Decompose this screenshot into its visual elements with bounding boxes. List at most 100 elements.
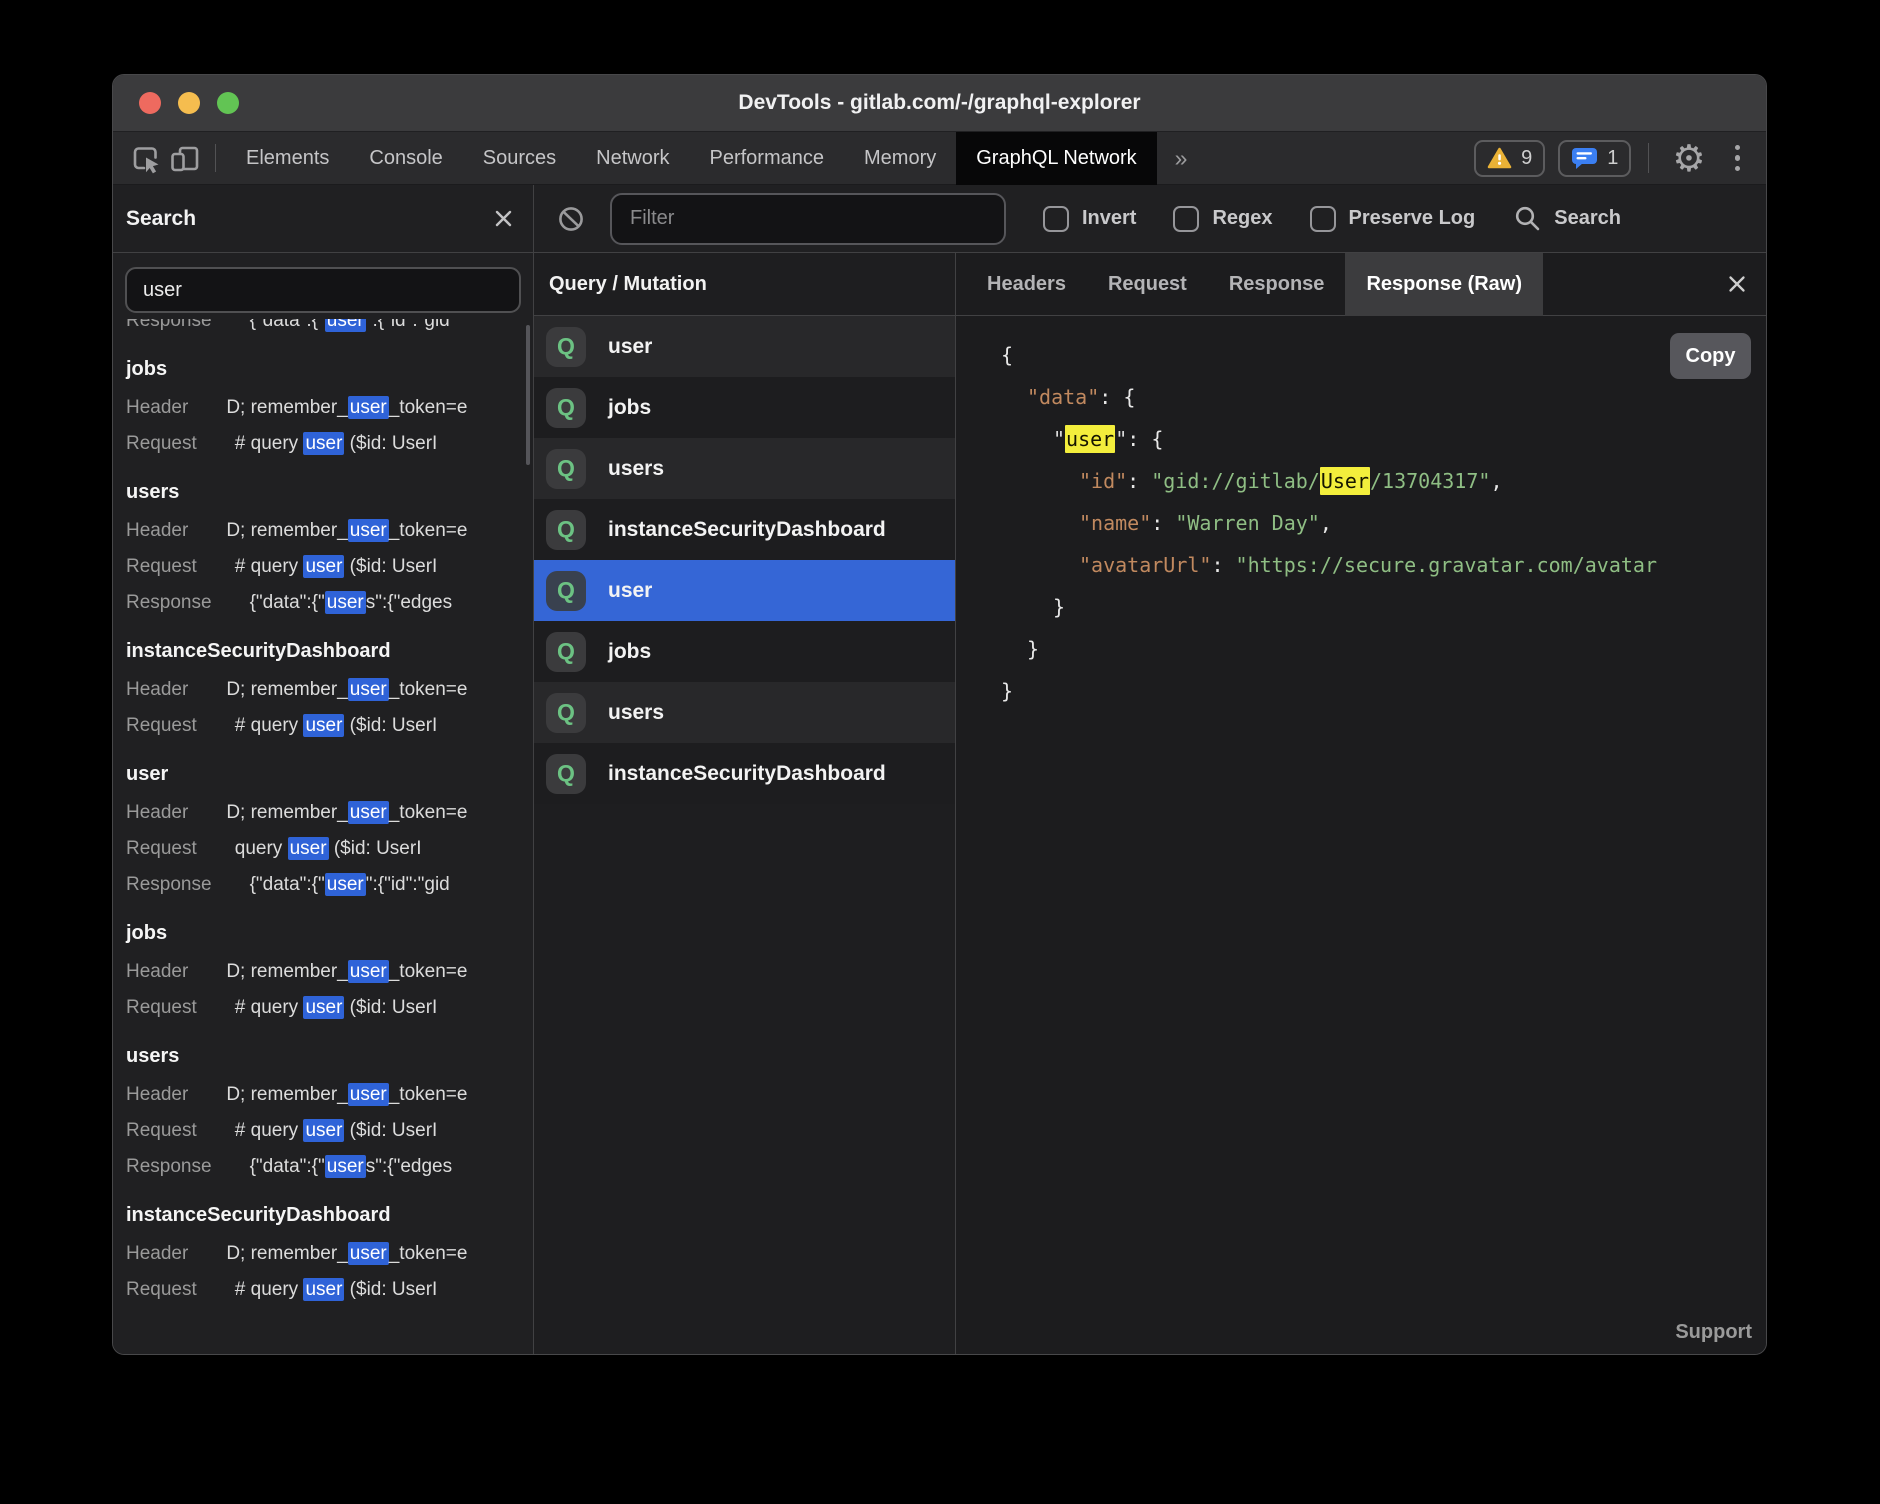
inspect-element-icon[interactable]	[125, 132, 165, 185]
search-result-line[interactable]: HeaderD; remember_user_token=e	[126, 1236, 533, 1272]
network-zone: Invert Regex Preserve Log	[534, 185, 1766, 1354]
copy-button[interactable]: Copy	[1670, 333, 1751, 379]
search-result-line[interactable]: HeaderD; remember_user_token=e	[126, 1077, 533, 1113]
search-result-line[interactable]: HeaderD; remember_user_token=e	[126, 390, 533, 426]
search-result-line[interactable]: Request# query user ($id: UserI	[126, 1272, 533, 1308]
detail-tab-response[interactable]: Response	[1208, 253, 1346, 316]
search-result-line[interactable]: Request# query user ($id: UserI	[126, 549, 533, 585]
json-line: "name": "Warren Day",	[1001, 502, 1766, 544]
search-result-line[interactable]: HeaderD; remember_user_token=e	[126, 954, 533, 990]
query-list-item[interactable]: Qusers	[534, 438, 955, 499]
filter-input[interactable]	[610, 193, 1006, 245]
raw-json: {"data": {"user": {"id": "gid://gitlab/U…	[1001, 334, 1766, 712]
result-line-value: D; remember_user_token=e	[226, 672, 467, 708]
query-list-item[interactable]: Qjobs	[534, 377, 955, 438]
search-box	[113, 253, 533, 313]
clear-log-icon[interactable]	[557, 205, 585, 233]
invert-checkbox-group: Invert	[1043, 206, 1136, 232]
search-result-line[interactable]: HeaderD; remember_user_token=e	[126, 513, 533, 549]
query-item-label: user	[608, 579, 652, 603]
device-toolbar-icon[interactable]	[165, 132, 205, 185]
detail-panel: HeadersRequestResponseResponse (Raw) {"d…	[956, 253, 1766, 1354]
search-result-group: jobsHeaderD; remember_user_token=eReques…	[126, 913, 533, 1026]
tab-network[interactable]: Network	[576, 132, 689, 185]
search-result-group: usersHeaderD; remember_user_token=eReque…	[126, 1036, 533, 1185]
search-result-line[interactable]: HeaderD; remember_user_token=e	[126, 795, 533, 831]
detail-tabs: HeadersRequestResponseResponse (Raw)	[956, 253, 1766, 316]
clipped-result-line: Response{"data":{"user":{"id":"gid	[126, 319, 533, 339]
match-highlight: user	[303, 714, 344, 737]
issues-warning-badge[interactable]: 9	[1474, 140, 1545, 177]
query-item-label: users	[608, 701, 664, 725]
search-result-line[interactable]: Response{"data":{"users":{"edges	[126, 1149, 533, 1185]
search-scrollbar-thumb[interactable]	[526, 325, 530, 465]
query-type-badge: Q	[546, 388, 586, 428]
support-link[interactable]: Support	[1675, 1321, 1752, 1344]
settings-gear-icon[interactable]: ⚙	[1666, 132, 1711, 185]
query-list-item[interactable]: QinstanceSecurityDashboard	[534, 743, 955, 804]
search-result-line[interactable]: Request# query user ($id: UserI	[126, 990, 533, 1026]
zoom-window-button[interactable]	[217, 92, 239, 114]
result-line-value: # query user ($id: UserI	[235, 426, 438, 462]
detail-tab-headers[interactable]: Headers	[966, 253, 1087, 316]
devtools-tabbar: ElementsConsoleSourcesNetworkPerformance…	[113, 132, 1766, 185]
search-result-line[interactable]: HeaderD; remember_user_token=e	[126, 672, 533, 708]
result-line-label: Header	[126, 390, 188, 426]
preserve-log-checkbox[interactable]	[1310, 206, 1336, 232]
query-type-badge: Q	[546, 510, 586, 550]
search-result-line[interactable]: Request# query user ($id: UserI	[126, 708, 533, 744]
match-highlight: user	[348, 678, 389, 701]
match-highlight: user	[348, 1242, 389, 1265]
search-result-line[interactable]: Requestquery user ($id: UserI	[126, 831, 533, 867]
search-result-line[interactable]: Request# query user ($id: UserI	[126, 1113, 533, 1149]
invert-label: Invert	[1082, 207, 1136, 230]
messages-badge[interactable]: 1	[1558, 140, 1631, 177]
titlebar: DevTools - gitlab.com/-/graphql-explorer	[113, 75, 1766, 132]
tab-performance[interactable]: Performance	[690, 132, 845, 185]
tab-elements[interactable]: Elements	[226, 132, 349, 185]
tab-graphql-network[interactable]: GraphQL Network	[956, 132, 1156, 185]
detail-tab-request[interactable]: Request	[1087, 253, 1208, 316]
detail-tab-response-raw[interactable]: Response (Raw)	[1345, 253, 1543, 316]
search-input[interactable]	[125, 267, 521, 313]
regex-checkbox[interactable]	[1173, 206, 1199, 232]
result-group-title: user	[126, 754, 533, 795]
result-group-title: jobs	[126, 349, 533, 390]
result-line-value: D; remember_user_token=e	[226, 1236, 467, 1272]
query-list-item[interactable]: Quser	[534, 560, 955, 621]
search-results: Response{"data":{"user":{"id":"gidjobsHe…	[113, 313, 533, 1354]
match-highlight: user	[288, 837, 329, 860]
tabbar-right-controls: 9 1 ⚙	[1474, 132, 1766, 185]
query-list-item[interactable]: QinstanceSecurityDashboard	[534, 499, 955, 560]
search-result-line[interactable]: Response{"data":{"user":{"id":"gid	[126, 867, 533, 903]
tab-memory[interactable]: Memory	[844, 132, 956, 185]
toolbar-search-button[interactable]: Search	[1513, 204, 1621, 233]
invert-checkbox[interactable]	[1043, 206, 1069, 232]
tab-sources[interactable]: Sources	[463, 132, 576, 185]
minimize-window-button[interactable]	[178, 92, 200, 114]
query-list-item[interactable]: Qusers	[534, 682, 955, 743]
search-result-line[interactable]: Response{"data":{"users":{"edges	[126, 585, 533, 621]
close-search-panel-icon[interactable]	[492, 207, 515, 230]
search-result-line[interactable]: Request# query user ($id: UserI	[126, 426, 533, 462]
kebab-menu-icon[interactable]	[1725, 145, 1751, 172]
query-list-item[interactable]: Quser	[534, 316, 955, 377]
search-match-highlight: User	[1320, 467, 1370, 495]
query-list-item[interactable]: Qjobs	[534, 621, 955, 682]
more-tabs-icon[interactable]: »	[1157, 132, 1206, 185]
search-icon	[1513, 204, 1542, 233]
tab-console[interactable]: Console	[349, 132, 462, 185]
close-window-button[interactable]	[139, 92, 161, 114]
result-line-value: # query user ($id: UserI	[235, 549, 438, 585]
match-highlight: user	[303, 1278, 344, 1301]
query-list-header: Query / Mutation	[534, 253, 955, 316]
result-line-label: Request	[126, 1272, 197, 1308]
match-highlight: user	[303, 1119, 344, 1142]
close-detail-panel-icon[interactable]	[1726, 273, 1748, 295]
message-count: 1	[1607, 147, 1618, 170]
search-result-line[interactable]: Response{"data":{"user":{"id":"gid	[126, 319, 533, 339]
match-highlight: user	[325, 319, 366, 332]
json-line: }	[1001, 586, 1766, 628]
result-line-value: # query user ($id: UserI	[235, 990, 438, 1026]
query-type-badge: Q	[546, 327, 586, 367]
